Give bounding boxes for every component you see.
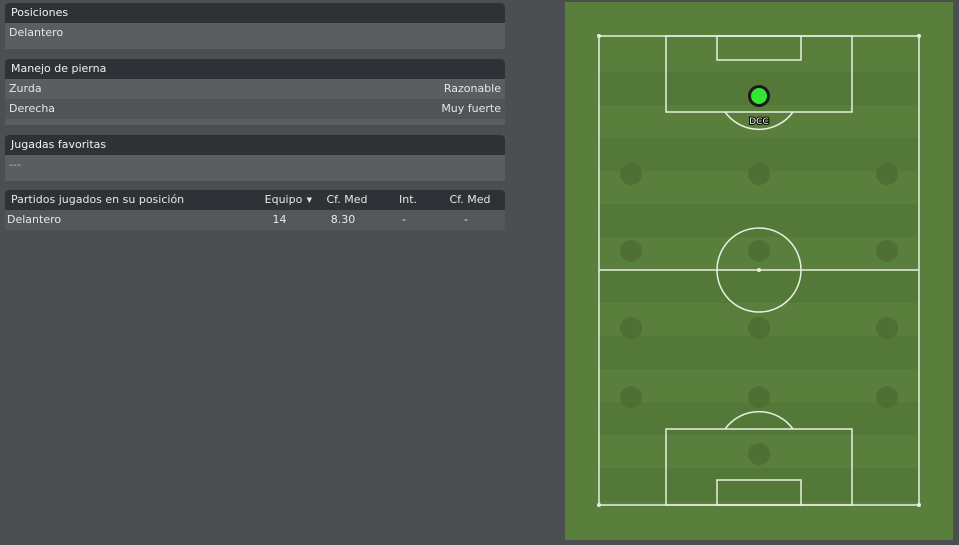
favorite-moves-value: --- — [9, 158, 21, 171]
row-team: 14 — [272, 213, 287, 226]
row-avg-rating: 8.30 — [330, 213, 356, 226]
matches-table-header: Partidos jugados en su posición Equipo ▼… — [5, 190, 505, 210]
positions-header: Posiciones — [5, 3, 505, 23]
column-intl-avg-rating[interactable]: Cf. Med — [438, 190, 502, 210]
panel-spacer — [5, 119, 505, 125]
footedness-panel: Manejo de pierna Zurda Razonable Derecha… — [5, 59, 505, 125]
footedness-row-right: Derecha Muy fuerte — [5, 99, 505, 119]
right-foot-value: Muy fuerte — [441, 102, 501, 115]
column-team-label: Equipo — [264, 193, 303, 206]
panel-spacer — [5, 175, 505, 181]
row-international: - — [402, 213, 406, 226]
table-row[interactable]: Delantero 14 8.30 - - — [5, 210, 505, 230]
column-position[interactable]: Partidos jugados en su posición — [5, 190, 251, 210]
left-foot-value: Razonable — [443, 82, 501, 95]
column-international[interactable]: Int. — [378, 190, 438, 210]
marker-label: DCC — [749, 117, 769, 127]
positions-row: Delantero — [5, 23, 505, 43]
row-position: Delantero — [7, 213, 62, 226]
matches-table: Partidos jugados en su posición Equipo ▼… — [5, 190, 505, 230]
positions-panel: Posiciones Delantero — [5, 3, 505, 49]
center-spot — [757, 268, 761, 272]
sort-desc-icon: ▼ — [306, 196, 312, 204]
position-value: Delantero — [9, 26, 64, 39]
favorite-moves-panel: Jugadas favoritas --- — [5, 135, 505, 181]
favorite-moves-row: --- — [5, 155, 505, 175]
left-foot-label: Zurda — [9, 82, 42, 95]
pitch-diagram: DCC — [565, 2, 953, 540]
panel-spacer — [5, 43, 505, 49]
column-team[interactable]: Equipo ▼ — [251, 190, 316, 210]
right-foot-label: Derecha — [9, 102, 56, 115]
player-dot-icon — [751, 88, 767, 104]
favorite-moves-header: Jugadas favoritas — [5, 135, 505, 155]
row-intl-avg-rating: - — [464, 213, 468, 226]
column-avg-rating[interactable]: Cf. Med — [316, 190, 378, 210]
footedness-row-left: Zurda Razonable — [5, 79, 505, 99]
footedness-header: Manejo de pierna — [5, 59, 505, 79]
